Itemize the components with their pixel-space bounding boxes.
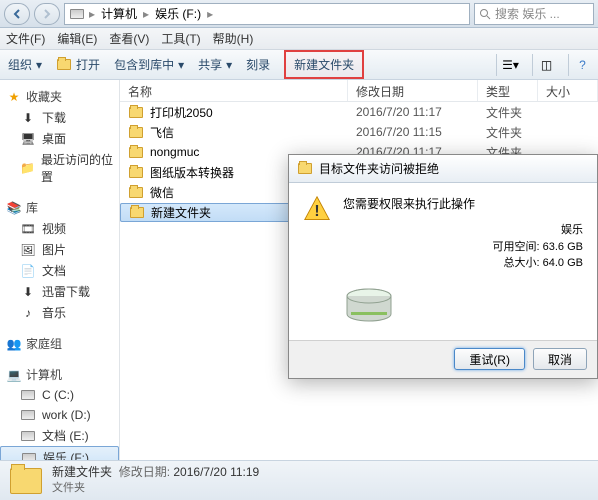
homegroup-header[interactable]: 👥家庭组 [0,333,119,354]
crumb-folder[interactable]: 娱乐 (F:) [153,5,203,22]
menu-help[interactable]: 帮助(H) [213,30,254,47]
music-icon: ♪ [20,305,36,321]
document-icon: 📄 [20,263,36,279]
share-button[interactable]: 共享 ▾ [198,56,232,73]
star-icon: ★ [6,89,22,105]
homegroup-icon: 👥 [6,336,22,352]
sidebar-music[interactable]: ♪音乐 [0,302,119,323]
sidebar-desktop[interactable]: 🖥桌面 [0,128,119,149]
dialog-message: 您需要权限来执行此操作 [343,195,583,212]
file-row[interactable]: 打印机2050 2016/7/20 11:17文件夹 [120,102,598,122]
folder-icon [129,187,143,198]
menu-edit[interactable]: 编辑(E) [57,30,97,47]
computer-header[interactable]: 💻计算机 [0,364,119,385]
burn-button[interactable]: 刻录 [246,56,270,73]
thunder-icon: ⬇ [20,284,36,300]
recent-icon: 📁 [20,160,35,176]
dialog-free-space: 可用空间: 63.6 GB [343,239,583,256]
search-box[interactable]: 搜索 娱乐 ... [474,3,594,25]
file-name: 新建文件夹 [151,204,211,221]
drive-c[interactable]: C (C:) [0,385,119,405]
drive-f[interactable]: 娱乐 (F:) [0,446,119,460]
favorites-header[interactable]: ★收藏夹 [0,86,119,107]
folder-icon [129,127,143,138]
file-type: 文件夹 [478,104,538,121]
cancel-button[interactable]: 取消 [533,348,587,370]
sidebar-videos[interactable]: 🎞视频 [0,218,119,239]
menu-tools[interactable]: 工具(T) [161,30,200,47]
details-type: 文件夹 [52,481,259,496]
organize-button[interactable]: 组织 ▾ [8,56,42,73]
crumb-computer[interactable]: 计算机 [99,5,139,22]
dialog-titlebar[interactable]: 目标文件夹访问被拒绝 [289,155,597,183]
col-size[interactable]: 大小 [538,80,598,101]
menu-file[interactable]: 文件(F) [6,30,45,47]
sidebar-documents[interactable]: 📄文档 [0,260,119,281]
open-button[interactable]: 打开 [56,56,100,73]
dialog-total-size: 总大小: 64.0 GB [343,255,583,272]
folder-icon [298,163,312,174]
download-icon: ⬇ [20,110,36,126]
dialog-title: 目标文件夹访问被拒绝 [319,160,439,177]
folder-icon-large [10,468,42,494]
file-name: 打印机2050 [150,104,213,121]
file-name: 飞信 [150,124,174,141]
sidebar: ★收藏夹 ⬇下载 🖥桌面 📁最近访问的位置 📚库 🎞视频 🖼图片 📄文档 ⬇迅雷… [0,80,120,460]
details-name: 新建文件夹 [52,465,112,479]
computer-icon: 💻 [6,367,22,383]
col-type[interactable]: 类型 [478,80,538,101]
menu-view[interactable]: 查看(V) [109,30,149,47]
details-pane: 新建文件夹 修改日期: 2016/7/20 11:19 文件夹 [0,460,598,500]
library-icon: 📚 [6,200,22,216]
desktop-icon: 🖥 [20,131,36,147]
svg-text:!: ! [314,203,319,220]
sidebar-recent[interactable]: 📁最近访问的位置 [0,149,119,187]
details-date: 2016/7/20 11:19 [173,465,259,479]
help-button[interactable]: ? [568,54,590,76]
libraries-header[interactable]: 📚库 [0,197,119,218]
forward-button[interactable] [34,3,60,25]
sidebar-thunder[interactable]: ⬇迅雷下载 [0,281,119,302]
warning-icon: ! [303,195,331,223]
toolbar: 组织 ▾ 打开 包含到库中 ▾ 共享 ▾ 刻录 新建文件夹 ☰▾ ◫ ? [0,50,598,80]
retry-button[interactable]: 重试(R) [454,348,525,370]
details-date-label: 修改日期: [119,465,170,479]
file-name: 图纸版本转换器 [150,164,234,181]
menubar: 文件(F) 编辑(E) 查看(V) 工具(T) 帮助(H) [0,28,598,50]
drive-icon [70,9,84,19]
folder-icon [130,207,144,218]
folder-icon [129,107,143,118]
include-button[interactable]: 包含到库中 ▾ [114,56,184,73]
file-type: 文件夹 [478,124,538,141]
video-icon: 🎞 [20,221,36,237]
back-button[interactable] [4,3,30,25]
drive-d[interactable]: work (D:) [0,405,119,425]
access-denied-dialog: 目标文件夹访问被拒绝 ! 您需要权限来执行此操作 娱乐 可用空间: 63.6 G… [288,154,598,379]
file-date: 2016/7/20 11:15 [348,125,478,139]
column-headers[interactable]: 名称 修改日期 类型 大小 [120,80,598,102]
sidebar-downloads[interactable]: ⬇下载 [0,107,119,128]
file-name: nongmuc [150,145,199,159]
address-bar[interactable]: ▸ 计算机 ▸ 娱乐 (F:) ▸ [64,3,470,25]
dialog-drive-name: 娱乐 [343,222,583,239]
file-name: 微信 [150,184,174,201]
folder-icon [129,167,143,178]
view-button[interactable]: ☰▾ [496,54,518,76]
new-folder-button[interactable]: 新建文件夹 [284,50,364,79]
titlebar: ▸ 计算机 ▸ 娱乐 (F:) ▸ 搜索 娱乐 ... [0,0,598,28]
col-date[interactable]: 修改日期 [348,80,478,101]
sidebar-pictures[interactable]: 🖼图片 [0,239,119,260]
file-date: 2016/7/20 11:17 [348,105,478,119]
preview-pane-button[interactable]: ◫ [532,54,554,76]
drive-e[interactable]: 文档 (E:) [0,425,119,446]
picture-icon: 🖼 [20,242,36,258]
hdd-icon [343,286,395,328]
search-icon [479,8,491,20]
file-row[interactable]: 飞信 2016/7/20 11:15文件夹 [120,122,598,142]
folder-icon [129,147,143,158]
col-name[interactable]: 名称 [120,80,348,101]
search-placeholder: 搜索 娱乐 ... [495,5,560,22]
